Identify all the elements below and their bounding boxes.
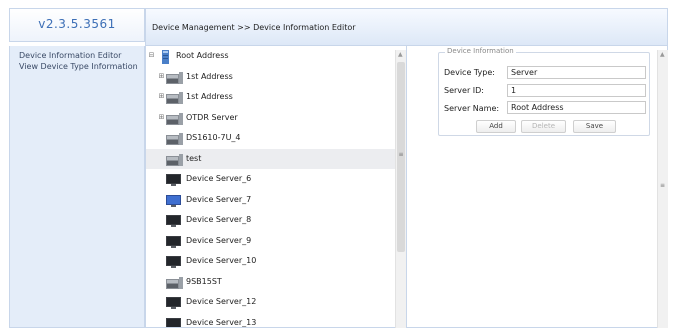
server-tower-icon xyxy=(156,50,174,64)
device-rack-icon xyxy=(166,153,184,167)
detail-scrollbar[interactable]: ▲ ≡ xyxy=(657,50,668,328)
tree-node[interactable]: Device Server_9 xyxy=(146,231,396,251)
device-type-label: Device Type: xyxy=(444,68,495,77)
tree-node-label: test xyxy=(186,153,202,163)
tree-node[interactable]: Device Server_8 xyxy=(146,210,396,230)
expand-toggle-icon[interactable]: ⊞ xyxy=(158,113,165,121)
tree-node-label: Root Address xyxy=(176,51,229,60)
add-button[interactable]: Add xyxy=(476,120,516,133)
device-monitor-icon xyxy=(166,255,184,269)
tree-node-label: 9SB15ST xyxy=(186,276,222,286)
grip-icon: ≡ xyxy=(660,182,666,189)
tree-node[interactable]: ⊟ Root Address xyxy=(146,46,396,66)
breadcrumb: Device Management >> Device Information … xyxy=(152,23,356,32)
device-tree-panel: ⊟ Root Address ⊞ 1st Address ⊞ 1st Address ⊞ OT… xyxy=(145,46,407,328)
tree-node-label: DS1610-7U_4 xyxy=(186,133,241,142)
device-monitor-icon xyxy=(166,317,184,327)
device-rack-icon xyxy=(166,132,184,146)
sidebar: Device Information Editor View Device Ty… xyxy=(9,46,145,328)
device-rack-icon xyxy=(166,71,184,85)
tree-node-label: Device Server_7 xyxy=(186,194,252,204)
version-label: v2.3.5.3561 xyxy=(38,17,116,31)
tree-node[interactable]: Device Server_13 xyxy=(146,313,396,327)
tree-node-label: Device Server_10 xyxy=(186,256,257,265)
collapse-toggle-icon[interactable]: ⊟ xyxy=(148,52,155,59)
server-name-label: Server Name: xyxy=(444,104,500,113)
server-id-label: Server ID: xyxy=(444,86,484,95)
tree-node-label: Device Server_6 xyxy=(186,174,252,183)
sidebar-item-device-information-editor[interactable]: Device Information Editor xyxy=(10,50,144,61)
expand-toggle-icon[interactable]: ⊞ xyxy=(158,93,165,100)
scroll-up-arrow-icon[interactable]: ▲ xyxy=(660,51,665,58)
device-information-fieldset: Device Information Device Type: Server S… xyxy=(438,47,650,136)
device-monitor-icon xyxy=(166,296,184,310)
tree-node[interactable]: Device Server_6 xyxy=(146,169,396,189)
tree-node-label: 1st Address xyxy=(186,71,233,81)
device-monitor-icon xyxy=(166,173,184,187)
tree-node[interactable]: test xyxy=(146,148,396,169)
server-name-field[interactable]: Root Address xyxy=(507,101,646,114)
tree-node[interactable]: ⊞ OTDR Server xyxy=(146,108,396,128)
sidebar-item-view-device-type-information[interactable]: View Device Type Information xyxy=(10,61,144,72)
device-rack-icon xyxy=(166,112,184,126)
tree-node[interactable]: ⊞ 1st Address xyxy=(146,67,396,87)
tree-node-label: Device Server_12 xyxy=(186,297,257,306)
header-bar: Device Management >> Device Information … xyxy=(145,8,668,46)
tree-node[interactable]: ⊞ 1st Address xyxy=(146,87,396,107)
device-monitor-icon xyxy=(166,214,184,228)
device-monitor-blue-icon xyxy=(166,194,184,208)
tree-node-label: Device Server_8 xyxy=(186,215,252,224)
tree-scrollbar[interactable]: ▲ ≡ xyxy=(395,50,406,328)
device-type-field[interactable]: Server xyxy=(507,66,646,79)
tree-node-label: Device Server_13 xyxy=(186,317,257,327)
tree-node[interactable]: Device Server_10 xyxy=(146,251,396,271)
expand-toggle-icon[interactable]: ⊞ xyxy=(158,72,165,80)
tree-node[interactable]: Device Server_12 xyxy=(146,292,396,312)
grip-icon: ≡ xyxy=(398,151,404,158)
scroll-up-arrow-icon[interactable]: ▲ xyxy=(398,51,403,58)
tree-node-label: Device Server_9 xyxy=(186,235,252,245)
tree-node[interactable]: DS1610-7U_4 xyxy=(146,128,396,148)
tree-node[interactable]: Device Server_7 xyxy=(146,190,396,210)
device-monitor-icon xyxy=(166,235,184,249)
device-rack-icon xyxy=(166,91,184,105)
tree-node[interactable]: 9SB15ST xyxy=(146,272,396,292)
tree-node-label: OTDR Server xyxy=(186,112,238,122)
device-rack-icon xyxy=(166,276,184,290)
fieldset-legend: Device Information xyxy=(445,47,516,55)
delete-button[interactable]: Delete xyxy=(521,120,566,133)
server-id-field[interactable]: 1 xyxy=(507,84,646,97)
save-button[interactable]: Save xyxy=(573,120,616,133)
version-box: v2.3.5.3561 xyxy=(9,8,145,42)
tree-scrollbar-thumb[interactable]: ≡ xyxy=(397,62,405,252)
tree-node-label: 1st Address xyxy=(186,92,233,101)
